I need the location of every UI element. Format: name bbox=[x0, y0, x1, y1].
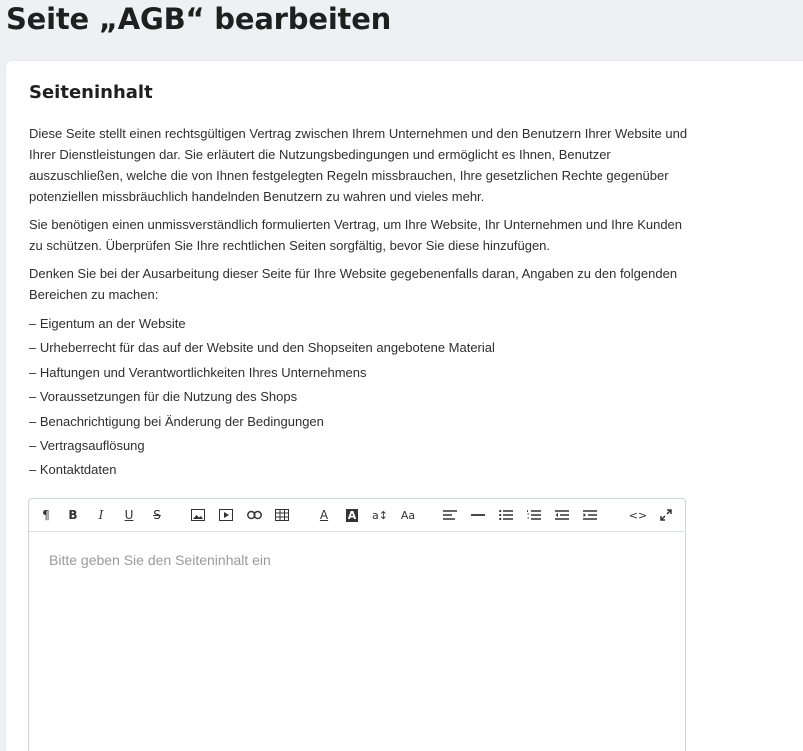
font-size-icon[interactable]: a↕ bbox=[369, 504, 391, 526]
underline-icon[interactable]: U bbox=[118, 504, 140, 526]
outdent-icon[interactable] bbox=[551, 504, 573, 526]
topic-list: Eigentum an der Website Urheberrecht für… bbox=[29, 312, 697, 483]
italic-icon[interactable]: I bbox=[90, 504, 112, 526]
table-icon[interactable] bbox=[271, 504, 293, 526]
editor-toolbar: ¶ B I U S A A a↕ Aa <> bbox=[29, 499, 685, 532]
code-view-icon[interactable]: <> bbox=[627, 504, 649, 526]
link-icon[interactable] bbox=[243, 504, 265, 526]
description-paragraph: Denken Sie bei der Ausarbeitung dieser S… bbox=[29, 266, 678, 302]
description-paragraph: Diese Seite stellt einen rechtsgültigen … bbox=[29, 126, 688, 204]
paragraph-icon[interactable]: ¶ bbox=[35, 504, 57, 526]
list-item: Urheberrecht für das auf der Website und… bbox=[29, 336, 697, 360]
list-item: Eigentum an der Website bbox=[29, 312, 697, 336]
background-color-glyph: A bbox=[345, 508, 359, 522]
text-case-icon[interactable]: Aa bbox=[397, 504, 419, 526]
fullscreen-icon[interactable] bbox=[655, 504, 677, 526]
bold-icon[interactable]: B bbox=[62, 504, 84, 526]
list-item: Vertragsauflösung bbox=[29, 434, 697, 458]
list-item: Kontaktdaten bbox=[29, 458, 697, 482]
strikethrough-icon[interactable]: S bbox=[146, 504, 168, 526]
section-description: Diese Seite stellt einen rechtsgültigen … bbox=[29, 123, 697, 483]
page-title: Seite „AGB“ bearbeiten bbox=[6, 2, 392, 36]
rich-text-editor: ¶ B I U S A A a↕ Aa <> Bitte geben Sie d… bbox=[28, 498, 686, 751]
list-item: Haftungen und Verantwortlichkeiten Ihres… bbox=[29, 361, 697, 385]
image-icon[interactable] bbox=[187, 504, 209, 526]
video-icon[interactable] bbox=[215, 504, 237, 526]
bullet-list-icon[interactable] bbox=[495, 504, 517, 526]
background-color-icon[interactable]: A bbox=[341, 504, 363, 526]
font-color-icon[interactable]: A bbox=[313, 504, 335, 526]
numbered-list-icon[interactable] bbox=[523, 504, 545, 526]
indent-icon[interactable] bbox=[579, 504, 601, 526]
align-icon[interactable] bbox=[439, 504, 461, 526]
description-paragraph: Sie benötigen einen unmissverständlich f… bbox=[29, 217, 683, 253]
editor-placeholder: Bitte geben Sie den Seiteninhalt ein bbox=[49, 552, 271, 568]
horizontal-rule-icon[interactable] bbox=[467, 504, 489, 526]
list-item: Benachrichtigung bei Änderung der Beding… bbox=[29, 410, 697, 434]
section-title: Seiteninhalt bbox=[29, 82, 153, 103]
list-item: Voraussetzungen für die Nutzung des Shop… bbox=[29, 385, 697, 409]
editor-content-area[interactable]: Bitte geben Sie den Seiteninhalt ein bbox=[29, 532, 685, 751]
content-card: Seiteninhalt Diese Seite stellt einen re… bbox=[6, 61, 803, 751]
